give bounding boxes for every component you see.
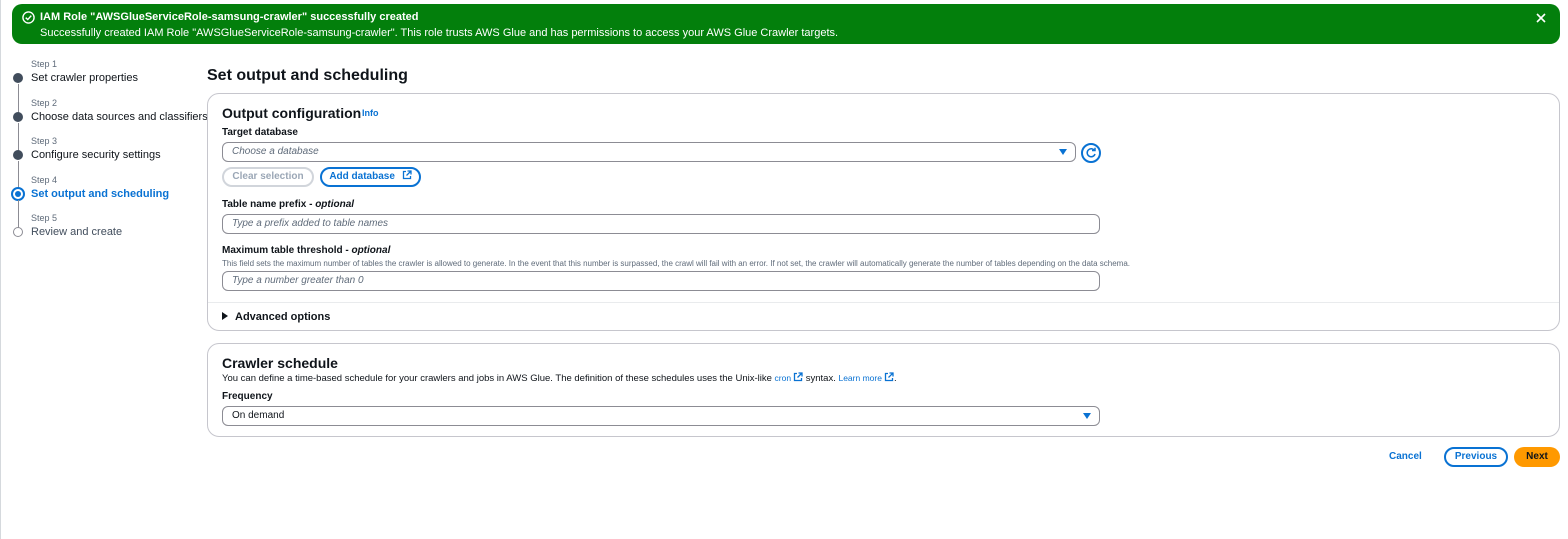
crawler-schedule-title: Crawler schedule — [222, 355, 338, 371]
add-database-label: Add database — [329, 171, 395, 182]
refresh-icon — [1086, 147, 1096, 158]
flash-message: Successfully created IAM Role "AWSGlueSe… — [40, 27, 839, 39]
step-completed-dot-icon — [13, 150, 23, 160]
step-link-choose-data-sources[interactable]: Choose data sources and classifiers — [31, 111, 208, 124]
cron-link[interactable]: cron — [775, 373, 792, 383]
success-flash-banner: IAM Role "AWSGlueServiceRole-samsung-cra… — [12, 4, 1560, 44]
flash-title: IAM Role "AWSGlueServiceRole-samsung-cra… — [40, 11, 419, 23]
section-divider — [208, 302, 1559, 303]
wizard-step-2: Step 2 Choose data sources and classifie… — [10, 95, 208, 152]
add-database-button[interactable]: Add database — [320, 167, 421, 187]
step-current-set-output: Set output and scheduling — [31, 187, 170, 200]
clear-selection-button[interactable]: Clear selection — [222, 167, 314, 187]
optional-tag: optional — [351, 245, 391, 256]
learn-more-link[interactable]: Learn more — [838, 373, 881, 383]
caret-down-icon — [1083, 413, 1091, 419]
step-number: Step 4 — [31, 174, 58, 185]
caret-down-icon — [1059, 149, 1067, 155]
target-database-label: Target database — [222, 127, 298, 138]
table-prefix-input[interactable]: Type a prefix added to table names — [222, 214, 1100, 234]
page-title: Set output and scheduling — [207, 67, 408, 84]
external-link-icon — [402, 170, 412, 180]
target-database-select[interactable]: Choose a database — [222, 142, 1076, 162]
refresh-databases-button[interactable] — [1081, 143, 1101, 163]
table-threshold-description: This field sets the maximum number of ta… — [222, 259, 1131, 268]
step-current-dot-icon — [11, 186, 25, 201]
schedule-desc-end: . — [893, 373, 897, 384]
table-prefix-label: Table name prefix - optional — [222, 199, 354, 211]
advanced-options-toggle[interactable]: Advanced options — [222, 311, 330, 324]
target-database-placeholder: Choose a database — [232, 146, 319, 157]
step-review-and-create: Review and create — [31, 226, 123, 238]
next-button[interactable]: Next — [1514, 447, 1560, 467]
table-prefix-label-text: Table name prefix - — [222, 199, 316, 210]
step-upcoming-dot-icon — [13, 227, 23, 237]
step-completed-dot-icon — [13, 111, 23, 122]
wizard-steps: Step 1 Set crawler properties Step 2 Cho… — [10, 56, 208, 249]
output-configuration-panel: Output configuration Info Target databas… — [207, 93, 1560, 331]
crawler-schedule-description: You can define a time-based schedule for… — [222, 372, 897, 385]
crawler-schedule-panel: Crawler schedule You can define a time-b… — [207, 343, 1560, 437]
step-number: Step 3 — [31, 136, 58, 146]
schedule-desc-text: You can define a time-based schedule for… — [222, 373, 775, 384]
success-check-icon — [22, 11, 35, 24]
step-number: Step 2 — [31, 97, 58, 108]
step-number: Step 1 — [31, 59, 58, 69]
cancel-button[interactable]: Cancel — [1389, 451, 1422, 463]
external-link-icon — [793, 372, 803, 382]
advanced-options-label: Advanced options — [235, 311, 331, 323]
frequency-select[interactable]: On demand — [222, 406, 1100, 426]
table-threshold-input[interactable]: Type a number greater than 0 — [222, 271, 1100, 291]
optional-tag: optional — [315, 199, 355, 210]
caret-right-icon — [222, 312, 228, 320]
wizard-step-3: Step 3 Configure security settings — [10, 133, 195, 190]
table-threshold-placeholder: Type a number greater than 0 — [232, 275, 364, 286]
step-completed-dot-icon — [13, 73, 23, 83]
wizard-step-5: Step 5 Review and create — [10, 210, 195, 249]
close-icon[interactable] — [1534, 11, 1548, 25]
table-threshold-label: Maximum table threshold - optional — [222, 245, 390, 257]
table-prefix-placeholder: Type a prefix added to table names — [232, 218, 389, 229]
frequency-value: On demand — [232, 410, 285, 421]
wizard-step-4: Step 4 Set output and scheduling — [10, 172, 195, 229]
step-link-set-crawler-properties[interactable]: Set crawler properties — [31, 72, 138, 85]
output-configuration-title: Output configuration — [222, 105, 362, 121]
previous-button[interactable]: Previous — [1444, 447, 1508, 467]
external-link-icon — [884, 372, 894, 382]
table-threshold-label-text: Maximum table threshold - — [222, 245, 352, 256]
wizard-step-1: Step 1 Set crawler properties — [10, 56, 195, 113]
schedule-desc-middle: syntax. — [803, 373, 839, 384]
step-link-configure-security[interactable]: Configure security settings — [31, 149, 161, 162]
info-link[interactable]: Info — [362, 108, 379, 119]
step-number: Step 5 — [31, 213, 58, 223]
frequency-label: Frequency — [222, 391, 273, 402]
